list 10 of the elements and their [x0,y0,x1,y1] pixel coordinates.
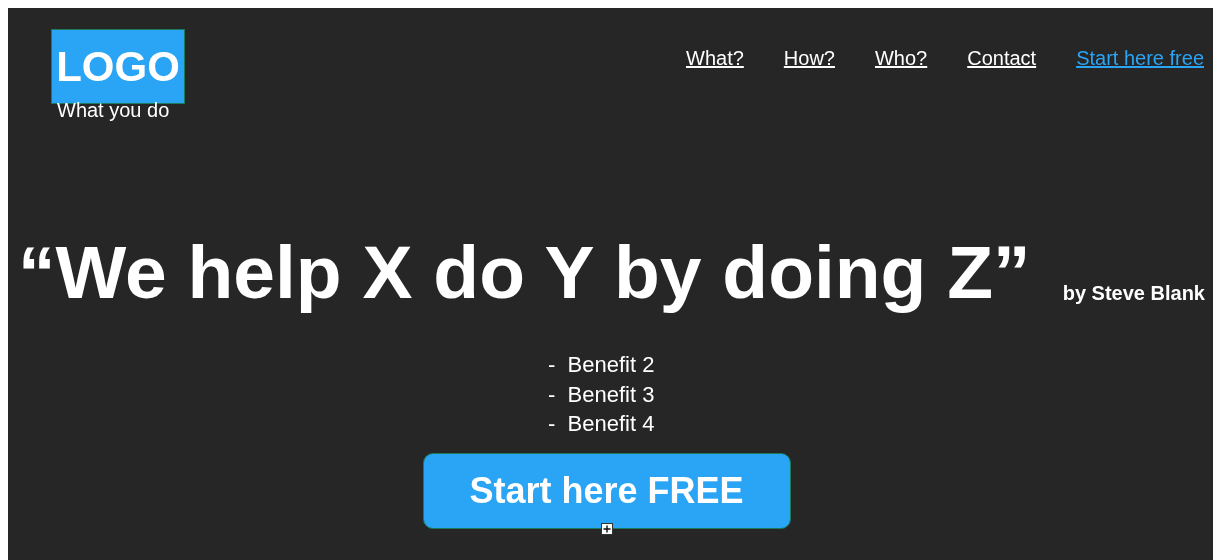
nav-link[interactable]: Contact [967,43,1037,73]
attribution: by Steve Blank [1062,281,1205,306]
nav-link[interactable]: How? [783,43,835,73]
benefit-item: - Benefit 2 [548,351,655,379]
plus-icon[interactable] [600,522,613,535]
benefit-item: - Benefit 3 [548,380,655,409]
nav-link[interactable]: What? [686,43,744,73]
nav-link[interactable]: Who? [874,43,928,73]
benefit-item: - Benefit 4 [548,410,655,438]
nav-link[interactable]: Start here free [1076,43,1204,73]
